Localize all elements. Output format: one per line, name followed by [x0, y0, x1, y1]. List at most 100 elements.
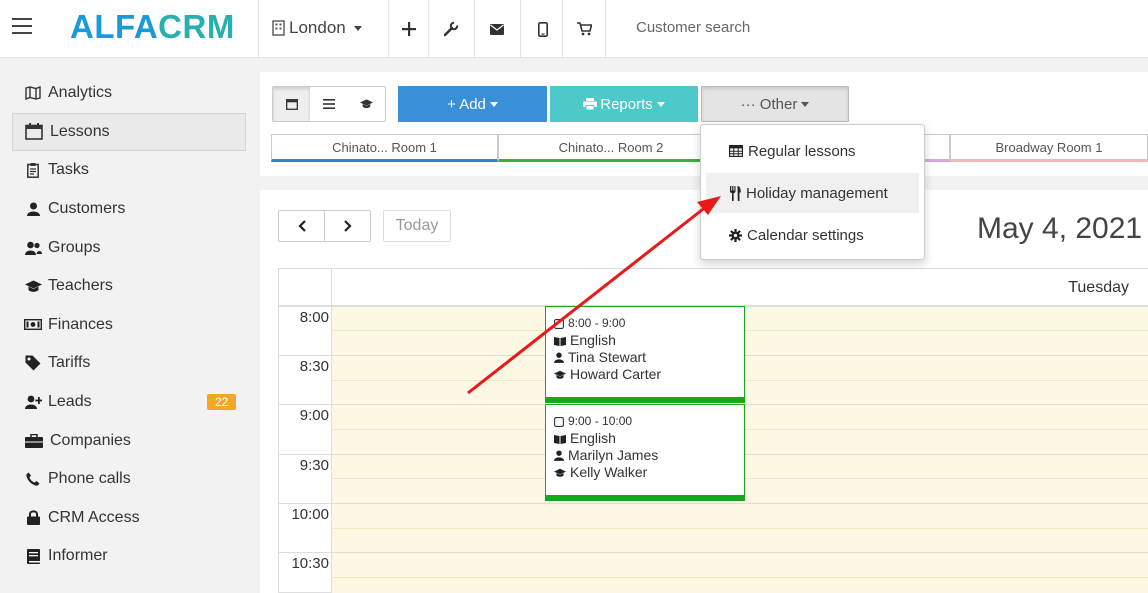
cutlery-icon [730, 185, 741, 201]
room-tab[interactable]: Chinato... Room 1 [271, 134, 498, 162]
cart-icon[interactable] [571, 16, 597, 42]
table-icon [729, 145, 743, 157]
leads-count-badge: 22 [207, 393, 237, 410]
sidebar-item-customers[interactable]: Customers [0, 190, 258, 229]
sidebar-item-label: Companies [50, 431, 131, 449]
sidebar-item-informer[interactable]: Informer [0, 537, 258, 576]
sidebar-item-label: Teachers [48, 277, 113, 295]
sidebar-item-label: Lessons [50, 122, 110, 140]
sidebar-item-teachers[interactable]: Teachers [0, 267, 258, 306]
day-header: Tuesday [279, 269, 1148, 306]
teacher-view-button[interactable] [348, 87, 385, 121]
add-button-label: + Add [447, 95, 486, 113]
mobile-icon[interactable] [530, 16, 556, 42]
other-button-label: ··· Other [740, 95, 798, 113]
chevron-left-icon [297, 220, 306, 232]
sidebar-item-companies[interactable]: Companies [0, 421, 258, 460]
other-dropdown-menu: Regular lessons Holiday management Calen… [700, 124, 925, 260]
time-label: 8:30 [299, 358, 329, 375]
checkbox-icon [554, 416, 564, 427]
menu-item-label: Calendar settings [747, 226, 864, 244]
sidebar-item-lessons[interactable]: Lessons [12, 112, 246, 152]
calendar-icon [24, 123, 44, 141]
sidebar-item-tariffs[interactable]: Tariffs [0, 344, 258, 383]
envelope-icon[interactable] [484, 16, 510, 42]
list-icon [322, 99, 335, 109]
reports-button[interactable]: Reports [550, 86, 698, 122]
today-button[interactable]: Today [383, 210, 451, 242]
time-label: 8:00 [299, 309, 329, 326]
list-view-button[interactable] [310, 87, 347, 121]
calendar-nav [278, 210, 371, 242]
divider [520, 0, 521, 58]
calendar-view-button[interactable] [273, 87, 311, 121]
prev-button[interactable] [279, 211, 325, 241]
sidebar-item-label: CRM Access [48, 508, 140, 526]
time-label: 10:30 [291, 555, 329, 572]
sidebar-item-analytics[interactable]: Analytics [0, 74, 258, 113]
customer-search-input[interactable]: Customer search [636, 19, 750, 36]
event-teacher-text: Kelly Walker [570, 464, 648, 480]
divider [605, 0, 606, 58]
book-icon [24, 548, 42, 564]
add-button[interactable]: + Add [398, 86, 547, 122]
divider [331, 269, 332, 306]
plus-icon[interactable] [396, 16, 422, 42]
sidebar-item-label: Finances [48, 315, 113, 333]
checkbox-icon [554, 318, 564, 329]
sidebar-item-finances[interactable]: Finances [0, 306, 258, 345]
branch-selector[interactable]: London [272, 18, 362, 38]
graduation-cap-icon [24, 278, 42, 294]
time-label: 10:00 [291, 506, 329, 523]
room-tab-label: Chinato... Room 1 [332, 139, 437, 155]
menu-item-label: Holiday management [746, 184, 888, 202]
lock-icon [24, 510, 42, 526]
wrench-icon[interactable] [438, 16, 464, 42]
divider [428, 0, 429, 58]
day-name: Tuesday [1068, 279, 1129, 296]
event-subject-text: English [570, 430, 616, 446]
event-subject: English [554, 332, 736, 349]
other-button[interactable]: ··· Other [701, 86, 849, 122]
logo[interactable]: ALFACRM [70, 8, 235, 46]
event-time-text: 8:00 - 9:00 [568, 316, 626, 330]
sidebar-item-leads[interactable]: Leads 22 [0, 383, 258, 422]
menu-icon[interactable] [12, 18, 32, 36]
building-icon [272, 20, 285, 36]
sidebar-item-tasks[interactable]: Tasks [0, 151, 258, 190]
lesson-event[interactable]: 9:00 - 10:00 English Marilyn James Kelly… [545, 404, 745, 501]
book-open-icon [554, 434, 566, 444]
divider [258, 0, 259, 58]
sidebar-item-label: Informer [48, 547, 108, 565]
logo-part-1: ALFA [70, 8, 159, 45]
lesson-event[interactable]: 8:00 - 9:00 English Tina Stewart Howard … [545, 306, 745, 403]
sidebar-item-phone-calls[interactable]: Phone calls [0, 460, 258, 499]
printer-icon [583, 98, 598, 110]
user-icon [554, 352, 564, 363]
menu-item-holiday-management[interactable]: Holiday management [706, 173, 919, 213]
room-tab[interactable]: Broadway Room 1 [950, 134, 1148, 162]
briefcase-icon [24, 433, 44, 449]
event-time-text: 9:00 - 10:00 [568, 414, 633, 428]
sidebar-item-groups[interactable]: Groups [0, 228, 258, 267]
event-student-text: Marilyn James [568, 447, 659, 463]
chevron-down-icon [489, 101, 498, 107]
next-button[interactable] [325, 211, 370, 241]
divider [474, 0, 475, 58]
room-tab[interactable]: Chinato... Room 2 [498, 134, 724, 162]
event-student-text: Tina Stewart [568, 349, 647, 365]
event-teacher-text: Howard Carter [570, 366, 662, 382]
book-open-icon [554, 336, 566, 346]
sidebar-item-label: Tasks [48, 161, 89, 179]
calendar-icon [285, 99, 298, 110]
sidebar-item-label: Analytics [48, 84, 113, 102]
sidebar-item-crm-access[interactable]: CRM Access [0, 499, 258, 538]
view-switcher [272, 86, 386, 122]
divider [562, 0, 563, 58]
money-icon [24, 317, 42, 333]
sidebar: Analytics Lessons Tasks Customers Groups… [0, 74, 258, 576]
event-teacher: Howard Carter [554, 366, 736, 383]
menu-item-regular-lessons[interactable]: Regular lessons [706, 131, 919, 171]
menu-item-calendar-settings[interactable]: Calendar settings [706, 215, 919, 255]
event-time: 9:00 - 10:00 [554, 413, 736, 430]
